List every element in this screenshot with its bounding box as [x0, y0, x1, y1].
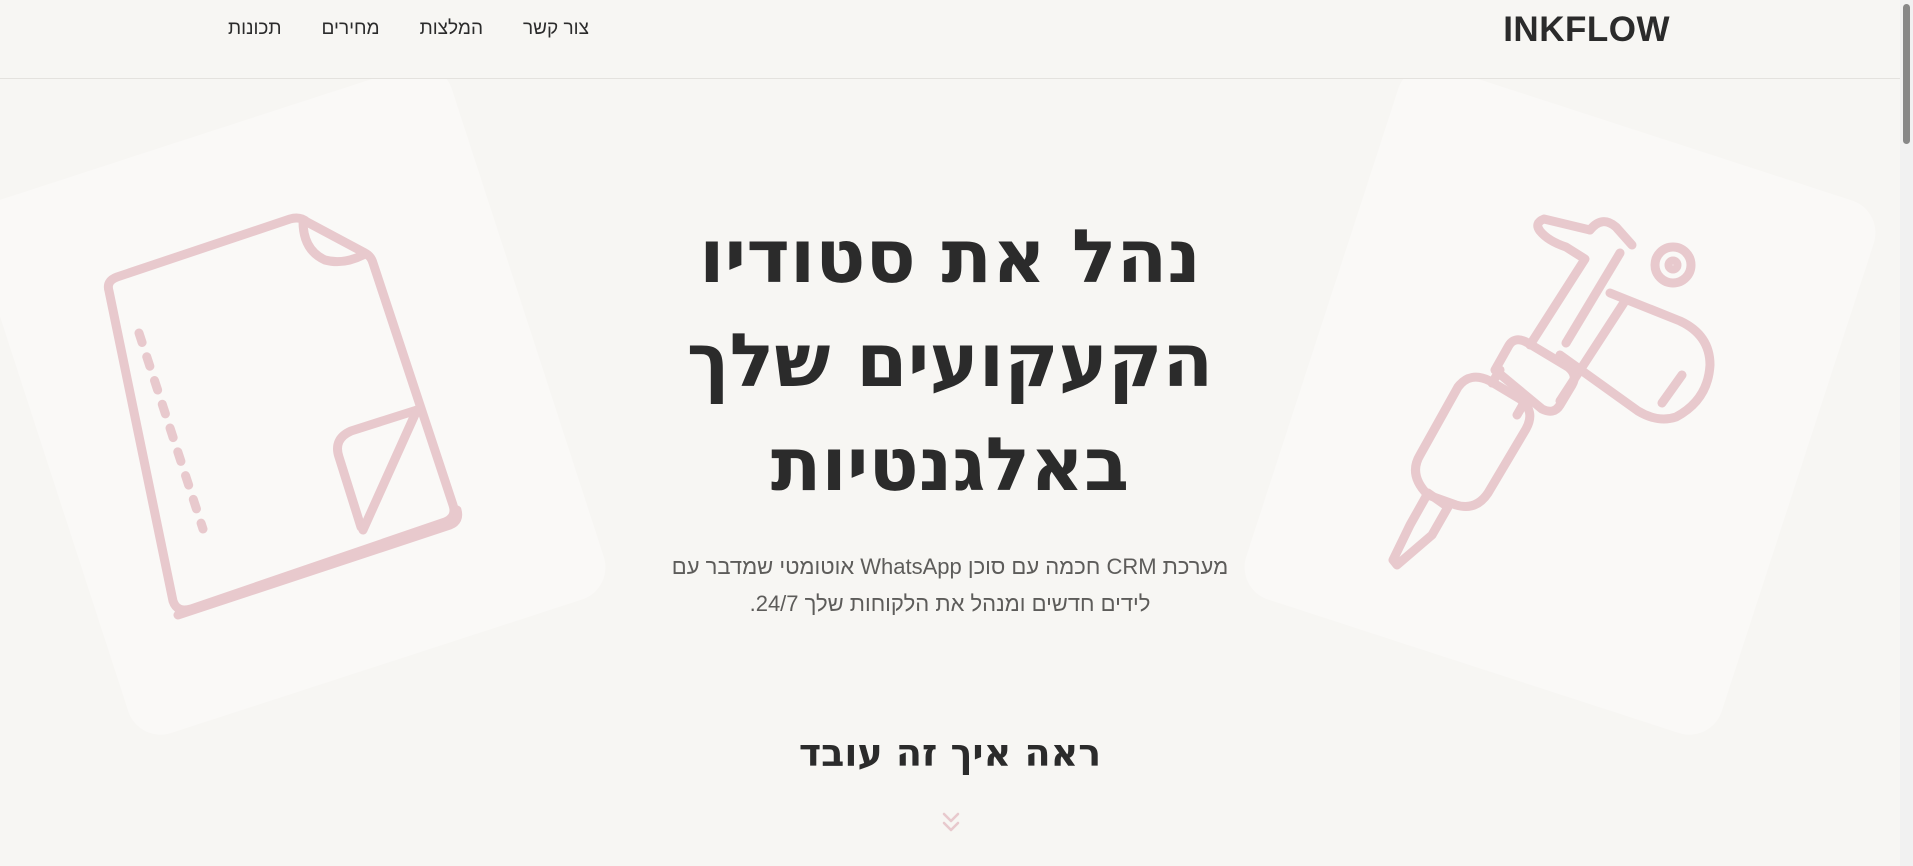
tattoo-machine-icon [1388, 214, 1715, 570]
hero-title: נהל את סטודיו הקעקועים שלך באלגנטיות [560, 205, 1340, 517]
site-header: INKFLOW תכונות מחירים המלצות צור קשר [0, 0, 1900, 79]
landing-page: INKFLOW תכונות מחירים המלצות צור קשר נהל… [0, 0, 1900, 866]
hero-subtitle-line-1: מערכת CRM חכמה עם סוכן WhatsApp אוטומטי … [671, 554, 1229, 579]
nav-link-pricing[interactable]: מחירים [322, 14, 380, 44]
main-nav: תכונות מחירים המלצות צור קשר [228, 14, 589, 44]
hero-subtitle: מערכת CRM חכמה עם סוכן WhatsApp אוטומטי … [600, 548, 1300, 622]
hero-title-line-1: נהל את סטודיו [699, 214, 1201, 300]
hero-title-line-2: הקעקועים שלך [686, 318, 1214, 404]
logo[interactable]: INKFLOW [1503, 10, 1670, 50]
notebook-icon [103, 213, 463, 620]
double-chevron-down-icon[interactable] [939, 810, 963, 836]
hero-title-line-3: באלגנטיות [770, 422, 1130, 508]
page-scrollbar[interactable] [1900, 0, 1913, 866]
scrollbar-thumb[interactable] [1903, 4, 1910, 144]
how-it-works-title: ראה איך זה עובד [798, 731, 1102, 775]
nav-link-contact[interactable]: צור קשר [523, 14, 589, 44]
nav-link-testimonials[interactable]: המלצות [420, 14, 483, 44]
hero-subtitle-line-2: לידים חדשים ומנהל את הלקוחות שלך 24/7. [749, 591, 1151, 616]
nav-link-features[interactable]: תכונות [228, 14, 282, 44]
